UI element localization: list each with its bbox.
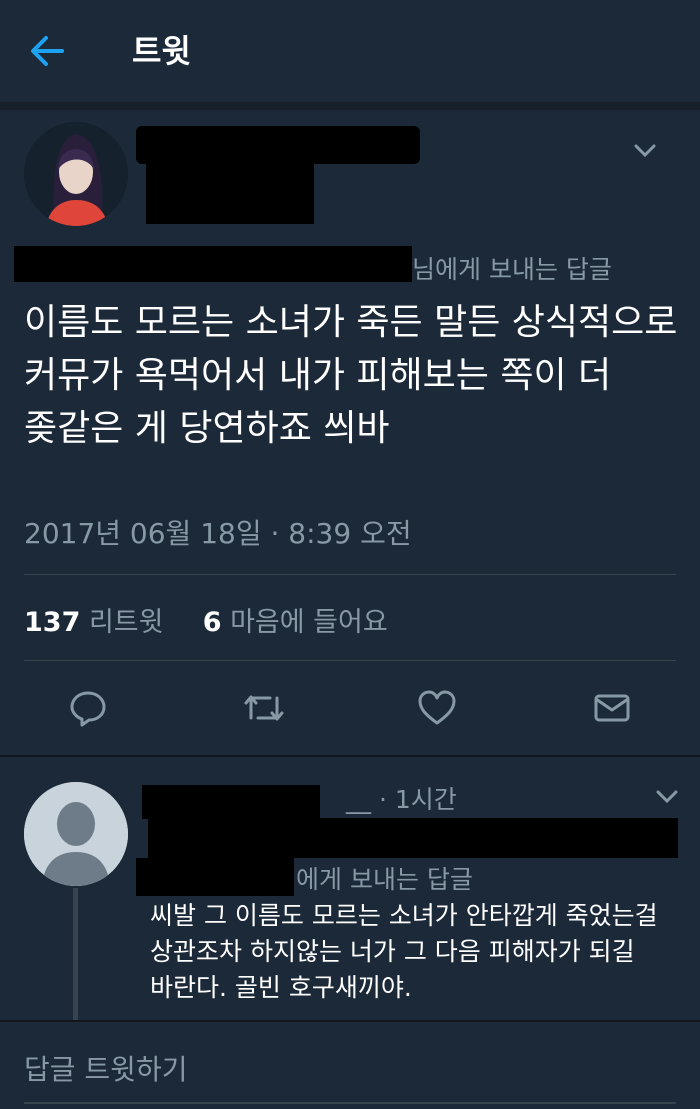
redacted-reply-target — [136, 858, 294, 896]
header-divider — [0, 102, 700, 110]
redacted-author-name-2 — [146, 160, 314, 224]
chevron-down-icon — [656, 790, 678, 804]
direct-message-button[interactable] — [592, 688, 632, 728]
section-divider — [0, 755, 700, 757]
reply-author-avatar[interactable] — [24, 782, 128, 886]
redacted-reply-author-name — [142, 785, 320, 819]
top-bar: 트윗 — [0, 0, 700, 102]
retweet-count[interactable]: 137 — [24, 607, 80, 638]
tweet-options-button[interactable] — [632, 142, 658, 160]
tweet-stats: 137 리트윗 6 마음에 들어요 — [24, 600, 388, 639]
like-label[interactable]: 마음에 들어요 — [230, 607, 388, 638]
reply-to-label: 님에게 보내는 답글 — [412, 255, 612, 284]
compose-underline — [24, 1102, 676, 1104]
divider — [24, 660, 676, 661]
reply-options-button[interactable] — [654, 788, 680, 806]
reply-text: 씨발 그 이름도 모르는 소녀가 안타깝게 죽었는걸 상관조차 하지않는 너가 … — [150, 901, 658, 1002]
redacted-reply-handle — [148, 818, 678, 858]
reply-compose-bar: 답글 트윗하기 — [0, 1020, 700, 1109]
retweet-button[interactable] — [242, 688, 284, 728]
divider — [24, 574, 676, 575]
reply-compose-input[interactable]: 답글 트윗하기 — [24, 1048, 187, 1088]
reply-handle-fragment: __ — [346, 785, 371, 814]
default-avatar-icon — [24, 782, 128, 886]
tweet-timestamp: 2017년 06월 18일 · 8:39 오전 — [24, 517, 412, 550]
reply-icon — [70, 691, 106, 727]
like-icon — [418, 690, 456, 725]
back-button[interactable] — [26, 30, 68, 72]
reply-to-label: 에게 보내는 답글 — [296, 865, 473, 894]
retweet-icon — [244, 695, 284, 721]
like-count[interactable]: 6 — [203, 607, 222, 638]
author-avatar[interactable] — [24, 122, 128, 226]
direct-message-icon — [594, 694, 630, 722]
like-button[interactable] — [416, 688, 456, 728]
page-title: 트윗 — [132, 32, 191, 70]
reply-button[interactable] — [68, 688, 108, 728]
redacted-author-name — [136, 126, 420, 164]
arrow-left-icon — [31, 36, 64, 66]
retweet-label[interactable]: 리트윗 — [89, 607, 164, 638]
thread-connector — [73, 888, 78, 1020]
chevron-down-icon — [634, 144, 656, 158]
anime-avatar-image — [24, 122, 128, 226]
tweet-text: 이름도 모르는 소녀가 죽든 말든 상식적으로 커뮤가 욕먹어서 내가 피해보는… — [24, 302, 678, 449]
reply-meta: __ · 1시간 — [346, 780, 457, 816]
reply-time: · 1시간 — [378, 785, 457, 814]
redacted-reply-target — [14, 246, 412, 282]
